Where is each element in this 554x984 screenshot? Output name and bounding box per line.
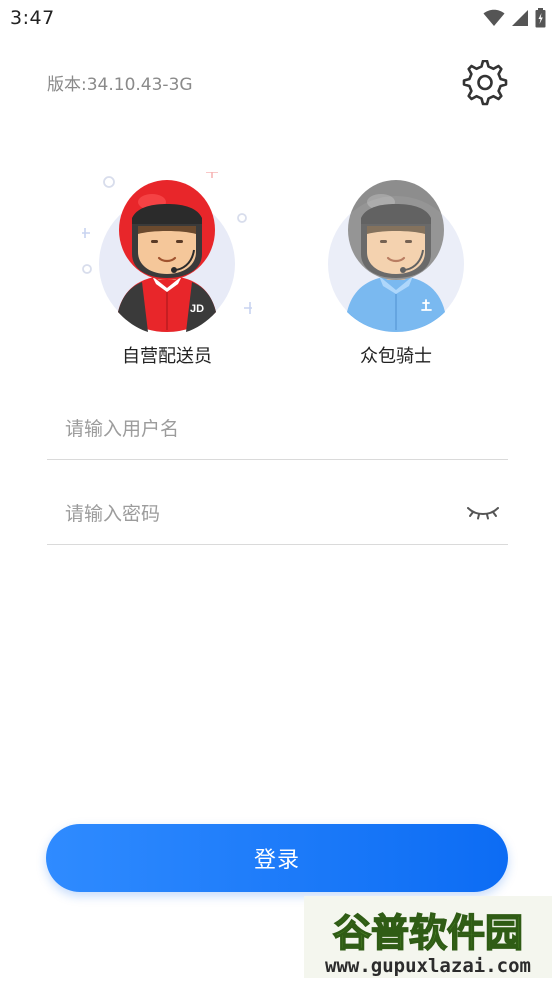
self-courier-avatar: JD (82, 172, 252, 332)
svg-text:谷普软件园: 谷普软件园 (333, 911, 523, 955)
watermark-logo: 谷普软件园 www.gupuxlazai.com (304, 896, 552, 978)
role-self-courier[interactable]: JD 自营配送员 (82, 172, 252, 372)
crowd-rider-avatar (328, 180, 464, 332)
status-bar: 3:47 (0, 0, 554, 38)
login-button[interactable]: 登录 (46, 824, 508, 892)
eye-closed-icon[interactable] (466, 502, 500, 524)
role-crowd-rider[interactable]: 众包骑士 (311, 172, 481, 372)
signal-icon (512, 10, 528, 26)
battery-icon (535, 8, 546, 28)
role-self-courier-label: 自营配送员 (122, 346, 212, 367)
settings-button[interactable] (462, 59, 508, 106)
svg-text:www.gupuxlazai.com: www.gupuxlazai.com (325, 955, 531, 977)
app-version: 版本:34.10.43-3G (47, 75, 193, 95)
username-input[interactable] (63, 399, 447, 459)
username-field[interactable] (47, 399, 508, 460)
wifi-icon (483, 9, 505, 26)
jd-badge: JD (190, 303, 204, 315)
role-crowd-rider-label: 众包骑士 (360, 346, 432, 367)
gear-icon (462, 59, 508, 106)
status-time: 3:47 (10, 7, 55, 29)
password-field[interactable] (47, 484, 508, 545)
status-icons (483, 8, 546, 28)
password-input[interactable] (63, 484, 447, 544)
